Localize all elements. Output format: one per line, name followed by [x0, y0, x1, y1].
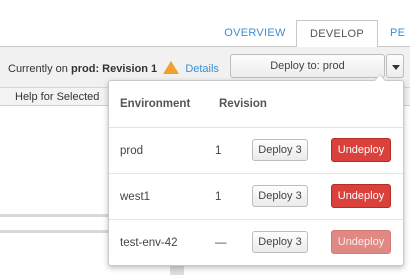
- table-row: test-env-42 — Deploy 3 Undeploy: [109, 219, 403, 266]
- env-name: west1: [120, 191, 151, 203]
- popup-arrow-inner: [375, 75, 385, 81]
- table-row: west1 1 Deploy 3 Undeploy: [109, 173, 403, 220]
- tab-develop[interactable]: DEVELOP: [296, 20, 378, 47]
- status-env: prod: [70, 63, 96, 75]
- env-revision: 1: [215, 145, 222, 157]
- deploy-button[interactable]: Deploy 3: [252, 231, 308, 253]
- env-revision: —: [215, 237, 227, 249]
- env-name: test-env-42: [120, 237, 178, 249]
- undeploy-button[interactable]: Undeploy: [331, 184, 391, 208]
- env-revision: 1: [215, 191, 222, 203]
- deploy-to-select[interactable]: Deploy to: prod: [230, 54, 385, 78]
- table-row: prod 1 Deploy 3 Undeploy: [109, 127, 403, 174]
- status-revision: : Revision 1: [95, 63, 158, 75]
- details-link[interactable]: Details: [185, 63, 219, 75]
- tab-overview[interactable]: OVERVIEW: [215, 20, 295, 46]
- deploy-button[interactable]: Deploy 3: [252, 139, 308, 161]
- column-header-environment: Environment: [120, 98, 191, 110]
- deploy-button[interactable]: Deploy 3: [252, 185, 308, 207]
- env-name: prod: [120, 145, 144, 157]
- divider: [0, 214, 108, 217]
- tab-pe[interactable]: PE: [390, 20, 410, 46]
- column-header-revision: Revision: [219, 98, 267, 110]
- undeploy-button[interactable]: Undeploy: [331, 138, 391, 162]
- deployment-status: Currently on prod: Revision 1 Details: [8, 61, 219, 75]
- divider: [0, 230, 108, 233]
- deploy-dropdown-button[interactable]: [386, 54, 404, 78]
- tab-bar: OVERVIEW DEVELOP PE: [0, 0, 410, 47]
- undeploy-button-disabled: Undeploy: [331, 230, 391, 254]
- scrollbar-thumb[interactable]: [170, 266, 184, 275]
- status-prefix: Currently on: [8, 63, 71, 75]
- deploy-popup: Environment Revision prod 1 Deploy 3 Und…: [108, 80, 404, 266]
- help-panel-title: Help for Selected: [15, 91, 100, 103]
- chevron-down-icon: [392, 65, 400, 70]
- warning-icon: [163, 61, 180, 74]
